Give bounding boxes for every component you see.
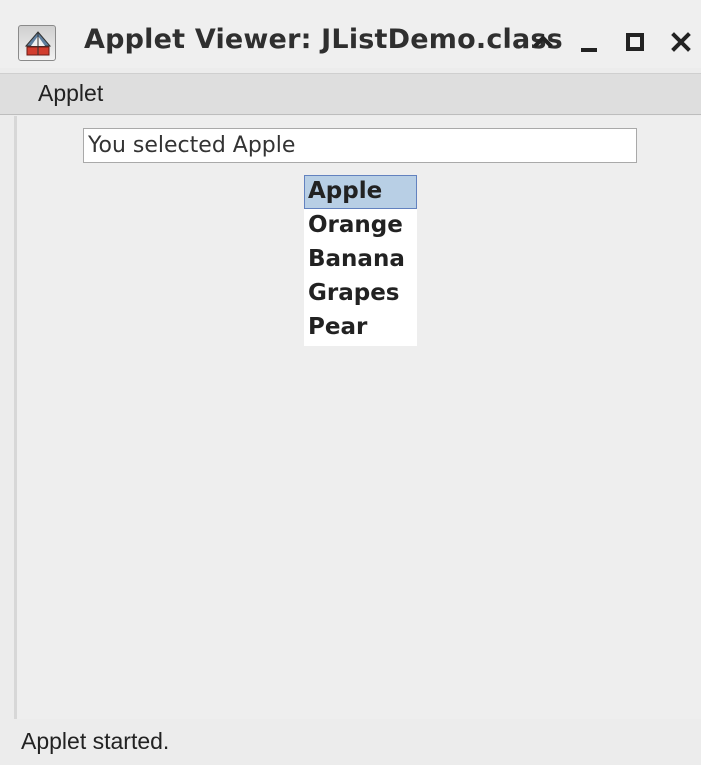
fruit-list[interactable]: Apple Orange Banana Grapes Pear bbox=[304, 175, 417, 346]
title-bar[interactable]: Applet Viewer: JListDemo.class bbox=[0, 0, 701, 68]
applet-viewer-window: Applet Viewer: JListDemo.class Applet Yo… bbox=[0, 0, 701, 765]
selection-text-field[interactable]: You selected Apple bbox=[83, 128, 637, 163]
minimize-icon[interactable] bbox=[575, 28, 603, 56]
applet-menu[interactable]: Applet bbox=[38, 80, 103, 107]
maximize-icon[interactable] bbox=[621, 28, 649, 56]
list-item-orange[interactable]: Orange bbox=[304, 209, 417, 243]
status-bar: Applet started. bbox=[0, 719, 701, 765]
menu-bar: Applet bbox=[0, 73, 701, 115]
list-item-banana[interactable]: Banana bbox=[304, 243, 417, 277]
java-applet-icon[interactable] bbox=[18, 25, 56, 61]
maximize-restore-icon[interactable] bbox=[529, 28, 557, 56]
list-item-pear[interactable]: Pear bbox=[304, 311, 417, 345]
list-item-apple[interactable]: Apple bbox=[304, 175, 417, 209]
close-icon[interactable] bbox=[667, 28, 695, 56]
window-controls bbox=[529, 22, 695, 62]
list-item-grapes[interactable]: Grapes bbox=[304, 277, 417, 311]
status-text: Applet started. bbox=[21, 728, 170, 754]
window-title: Applet Viewer: JListDemo.class bbox=[84, 24, 563, 55]
